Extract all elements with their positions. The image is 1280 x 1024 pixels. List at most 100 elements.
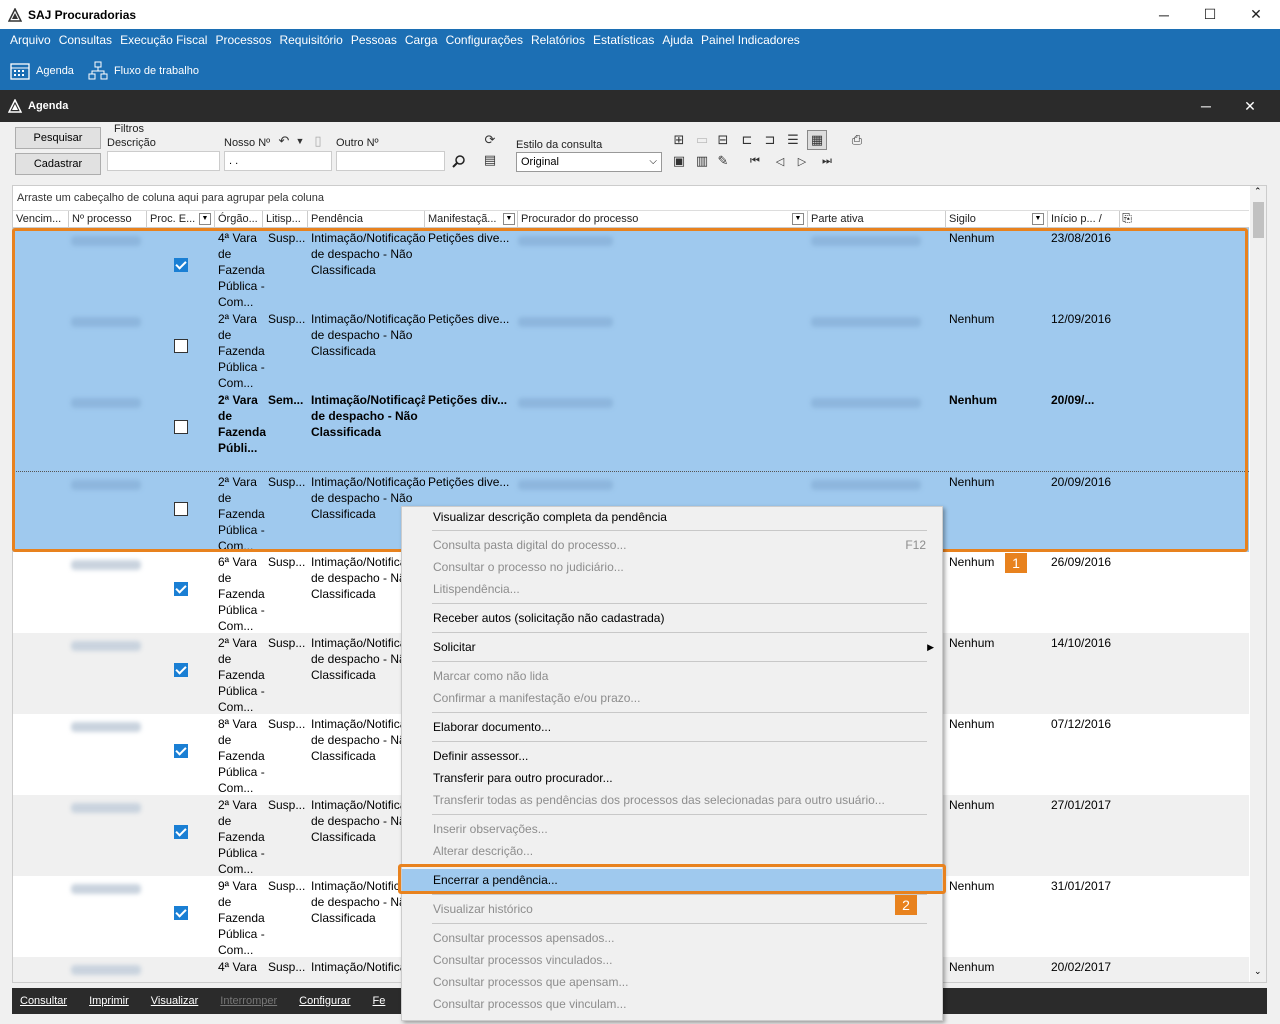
cell-inicio: 27/01/2017 xyxy=(1051,798,1112,812)
previous-record-icon[interactable]: ◁ xyxy=(772,153,788,169)
toolbar-agenda[interactable]: Agenda xyxy=(10,61,74,81)
maximize-button[interactable]: ☐ xyxy=(1187,0,1233,29)
pesquisar-button[interactable]: Pesquisar xyxy=(15,127,101,149)
menu-separator xyxy=(432,814,927,815)
toolbar-fluxo[interactable]: Fluxo de trabalho xyxy=(88,61,199,81)
menu-separator xyxy=(432,894,927,895)
edit-icon[interactable]: ✎ xyxy=(715,153,731,169)
context-menu-item[interactable]: Visualizar descrição completa da pendênc… xyxy=(402,506,942,528)
refresh-icon[interactable]: ⟳ xyxy=(482,132,498,148)
agenda-logo-icon xyxy=(8,99,22,113)
menu-estatisticas[interactable]: Estatísticas xyxy=(589,33,658,47)
filter-dropdown-icon[interactable]: ▼ xyxy=(1032,213,1044,225)
col-numero-processo[interactable]: Nº processo xyxy=(69,211,147,228)
nosso-numero-input[interactable]: . . xyxy=(224,151,332,171)
menu-carga[interactable]: Carga xyxy=(401,33,442,47)
scroll-thumb[interactable] xyxy=(1253,202,1264,238)
agenda-close-button[interactable]: ✕ xyxy=(1230,90,1270,122)
proc-eletronico-checkbox[interactable] xyxy=(174,744,188,758)
menu-execucao-fiscal[interactable]: Execução Fiscal xyxy=(116,33,211,47)
menu-pessoas[interactable]: Pessoas xyxy=(347,33,401,47)
cell-orgao: 2ª Vara de Fazenda Pública - Com... xyxy=(218,636,265,713)
proc-eletronico-checkbox[interactable] xyxy=(174,825,188,839)
bottom-action-0[interactable]: Consultar xyxy=(20,995,67,1007)
menu-processos[interactable]: Processos xyxy=(211,33,275,47)
next-record-icon[interactable]: ▷ xyxy=(794,153,810,169)
chevron-down-icon[interactable]: ▼ xyxy=(292,133,308,149)
context-menu-item[interactable]: Elaborar documento... xyxy=(402,716,942,738)
list-icon[interactable]: ☰ xyxy=(785,132,801,148)
menu-painel-indicadores[interactable]: Painel Indicadores xyxy=(697,33,804,47)
group-by-hint: Arraste um cabeçalho de coluna aqui para… xyxy=(13,186,1249,210)
export-excel-icon[interactable]: ⊞ xyxy=(671,132,687,148)
copy-icon: ▭ xyxy=(695,132,709,147)
vertical-scrollbar[interactable]: ⌃ ⌄ xyxy=(1250,186,1266,982)
col-vencimento[interactable]: Vencim... xyxy=(13,211,69,228)
save-icon[interactable]: ▣ xyxy=(671,153,687,169)
descricao-input[interactable] xyxy=(107,151,220,171)
col-inicio-prazo[interactable]: Início p... / xyxy=(1048,211,1120,228)
context-menu-item: Consultar processos que vinculam... xyxy=(402,993,942,1015)
outro-numero-label: Outro Nº xyxy=(336,137,379,149)
context-menu-item[interactable]: Receber autos (solicitação não cadastrad… xyxy=(402,607,942,629)
chevron-down-icon: ⌵ xyxy=(649,156,657,167)
cell-litisp: Susp... xyxy=(268,717,306,731)
last-record-icon[interactable]: ⏭ xyxy=(819,153,835,169)
context-menu-item[interactable]: Definir assessor... xyxy=(402,745,942,767)
redacted-value xyxy=(71,884,141,894)
printer-settings-icon[interactable]: ⎙ xyxy=(849,132,865,148)
cell-orgao: 4ª Vara xyxy=(218,960,257,974)
col-parte-ativa[interactable]: Parte ativa xyxy=(808,211,946,228)
context-menu-item[interactable]: Transferir para outro procurador... xyxy=(402,767,942,789)
cell-inicio: 31/01/2017 xyxy=(1051,879,1112,893)
tree-icon[interactable]: ⊏ xyxy=(739,132,755,148)
bottom-action-1[interactable]: Imprimir xyxy=(89,995,129,1007)
cell-litisp: Susp... xyxy=(268,555,306,569)
context-menu-item-label: Consultar processos vinculados... xyxy=(433,953,613,967)
delete-icon[interactable]: ▥ xyxy=(694,153,710,169)
proc-eletronico-checkbox[interactable] xyxy=(174,582,188,596)
bottom-action-2[interactable]: Visualizar xyxy=(151,995,199,1007)
cell-litisp: Susp... xyxy=(268,960,306,974)
menu-arquivo[interactable]: Arquivo xyxy=(6,33,55,47)
scroll-up-icon[interactable]: ⌃ xyxy=(1254,186,1262,197)
proc-eletronico-checkbox[interactable] xyxy=(174,906,188,920)
estilo-select[interactable]: Original ⌵ xyxy=(516,152,662,172)
bottom-action-4[interactable]: Configurar xyxy=(299,995,350,1007)
undo-icon[interactable]: ↶ xyxy=(276,133,292,149)
column-chooser-icon[interactable]: ⎘ xyxy=(1121,212,1133,225)
col-pendencia[interactable]: Pendência xyxy=(308,211,425,228)
proc-eletronico-checkbox[interactable] xyxy=(174,663,188,677)
scroll-down-icon[interactable]: ⌄ xyxy=(1254,966,1262,977)
estilo-select-value: Original xyxy=(521,156,559,168)
col-litispendencia[interactable]: Litisp... xyxy=(263,211,308,228)
agenda-minimize-button[interactable]: ─ xyxy=(1186,90,1226,122)
close-button[interactable]: ✕ xyxy=(1233,0,1279,29)
cell-litisp: Susp... xyxy=(268,798,306,812)
comment-icon[interactable]: ▤ xyxy=(482,152,498,168)
menu-relatorios[interactable]: Relatórios xyxy=(527,33,589,47)
col-orgao[interactable]: Órgão... xyxy=(215,211,263,228)
cell-inicio: 14/10/2016 xyxy=(1051,636,1112,650)
filter-dropdown-icon[interactable]: ▼ xyxy=(792,213,804,225)
menu-consultas[interactable]: Consultas xyxy=(55,33,116,47)
columns-icon[interactable]: ⊐ xyxy=(762,132,778,148)
bottom-action-5[interactable]: Fe xyxy=(373,995,386,1007)
col-procurador[interactable]: Procurador do processo xyxy=(518,211,808,228)
menu-ajuda[interactable]: Ajuda xyxy=(658,33,697,47)
context-menu-item[interactable]: Solicitar ▶ xyxy=(402,636,942,658)
menu-separator xyxy=(432,661,927,662)
minimize-button[interactable]: ─ xyxy=(1141,0,1187,29)
filter-dropdown-icon[interactable]: ▼ xyxy=(199,213,211,225)
menu-requisitorio[interactable]: Requisitório xyxy=(275,33,346,47)
grid-view-icon[interactable]: ▦ xyxy=(807,130,827,150)
search-icon[interactable] xyxy=(451,153,467,169)
toolbar-agenda-label: Agenda xyxy=(36,64,74,77)
outro-numero-input[interactable] xyxy=(336,151,445,171)
context-menu-item-label: Consultar processos apensados... xyxy=(433,931,615,945)
first-record-icon[interactable]: ⏮ xyxy=(747,153,763,169)
cadastrar-button[interactable]: Cadastrar xyxy=(15,153,101,175)
layout-icon[interactable]: ⊟ xyxy=(715,132,731,148)
filter-dropdown-icon[interactable]: ▼ xyxy=(503,213,515,225)
menu-configuracoes[interactable]: Configurações xyxy=(442,33,527,47)
